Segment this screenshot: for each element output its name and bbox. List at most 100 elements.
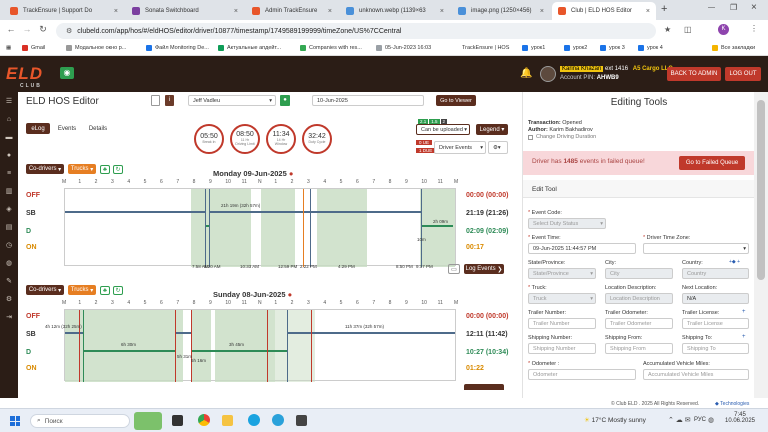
add-location-icon[interactable]: +◆ + — [729, 259, 740, 265]
browser-tab[interactable]: image.png (1250×456) × — [452, 2, 550, 20]
volume-icon[interactable]: ◍ — [708, 416, 714, 424]
document-icon[interactable] — [151, 95, 160, 106]
user-avatar[interactable] — [540, 66, 556, 82]
chart-icon[interactable]: ▥ — [5, 188, 13, 196]
go-to-failed-queue-button[interactable]: Go to Failed Queue — [679, 156, 745, 170]
clock[interactable]: 7:45 10.06.2025 — [720, 412, 760, 424]
forward-icon[interactable]: → — [20, 24, 34, 34]
language[interactable]: РУС — [694, 417, 706, 423]
trailer-number-input[interactable]: Trailer Number — [528, 318, 596, 329]
add-trailer-icon[interactable]: + — [742, 309, 746, 315]
user-icon[interactable]: ● — [280, 95, 290, 106]
clock-icon[interactable]: ◷ — [5, 242, 13, 250]
info-icon[interactable]: i — [165, 95, 174, 106]
extension-icon[interactable]: ★ — [664, 25, 671, 34]
app-icon[interactable] — [296, 415, 307, 426]
refresh-icon[interactable]: ↻ — [113, 165, 123, 174]
minimize-icon[interactable]: — — [708, 4, 715, 11]
logout-icon[interactable]: ⇥ — [5, 314, 13, 322]
windows-start-icon[interactable] — [10, 416, 20, 426]
weather[interactable]: ☀ 17°C Mostly sunny — [584, 416, 646, 424]
map-icon[interactable]: ◈ — [5, 206, 13, 214]
user-icon[interactable]: ● — [5, 152, 13, 160]
document-icon[interactable]: ▤ — [5, 224, 13, 232]
telegram-icon[interactable] — [272, 414, 284, 426]
event-time-input[interactable]: 09-Jun-2025 11:44:57 PM — [528, 243, 636, 254]
camera-icon[interactable]: ◉ — [60, 67, 74, 79]
trucks-button[interactable]: Trucks ▾ — [68, 164, 96, 174]
country-input[interactable]: Country — [682, 268, 749, 279]
refresh-icon[interactable]: ↻ — [113, 286, 123, 295]
edge-icon[interactable] — [248, 414, 260, 426]
state-select[interactable]: State/Province ▾ — [528, 268, 596, 279]
close-icon[interactable]: × — [646, 8, 650, 15]
close-icon[interactable]: × — [114, 8, 118, 15]
extensions-icon[interactable]: ◫ — [684, 25, 692, 34]
truck-select[interactable]: Truck ▾ — [528, 293, 596, 304]
bookmark-item[interactable]: Модальное окно р... — [66, 45, 126, 51]
eld-club-logo[interactable]: ELD CLUB — [6, 64, 43, 89]
back-to-admin-button[interactable]: BACK TO ADMIN — [667, 67, 721, 81]
bookmark-item[interactable]: Gmail — [22, 45, 45, 51]
go-to-viewer-button[interactable]: Go to Viewer — [436, 95, 476, 106]
timezone-select[interactable]: ▾ — [643, 243, 749, 254]
site-info-icon[interactable]: ⚙ — [66, 27, 72, 35]
codrivers-button[interactable]: Co-drivers ▾ — [26, 164, 64, 174]
due-badge[interactable]: 1 DUE — [416, 148, 436, 153]
browser-tab[interactable]: TrackEnsure | Support Do × — [4, 2, 124, 20]
bookmark-item[interactable]: урок2 — [564, 45, 587, 51]
bookmark-item[interactable]: урок1 — [522, 45, 545, 51]
comment-icon[interactable]: ▭ — [448, 264, 460, 274]
bookmark-item[interactable]: TrackEnsure | HOS — [462, 45, 509, 51]
close-icon[interactable]: × — [440, 8, 444, 15]
browser-tab[interactable]: Sonata Switchboard × — [126, 2, 244, 20]
home-icon[interactable]: ⌂ — [5, 116, 13, 124]
codrivers-button[interactable]: Co-drivers ▾ — [26, 285, 64, 295]
truck-icon[interactable]: ▬ — [5, 134, 13, 142]
browser-tab[interactable]: unknown.webp (1139×63 × — [340, 2, 450, 20]
bookmark-item[interactable]: Все закладки — [712, 45, 755, 51]
next-location-input[interactable]: N/A — [682, 293, 749, 304]
trucks-button[interactable]: Trucks ▾ — [68, 285, 96, 295]
menu-icon[interactable]: ☰ — [5, 98, 13, 106]
shipping-number-input[interactable]: Shipping Number — [528, 343, 596, 354]
shipping-from-input[interactable]: Shipping From — [605, 343, 673, 354]
shipping-to-input[interactable]: Shipping To — [682, 343, 749, 354]
file-explorer-icon[interactable] — [222, 415, 233, 426]
settings-icon[interactable]: ⚙ — [5, 296, 13, 304]
tab-elog[interactable]: eLog — [26, 123, 50, 134]
bookmark-item[interactable]: урок 3 — [600, 45, 625, 51]
accumulated-miles-input[interactable]: Accumulated Vehicle Miles — [643, 369, 749, 380]
widget-image[interactable] — [134, 412, 162, 430]
window-close-icon[interactable]: × — [751, 2, 757, 13]
close-icon[interactable]: × — [540, 8, 544, 15]
page-scrollbar[interactable] — [754, 92, 768, 398]
notification-bell-icon[interactable]: 🔔 — [520, 68, 532, 79]
taskbar-search[interactable]: ⌕ Поиск — [30, 414, 130, 428]
city-input[interactable]: City — [605, 268, 673, 279]
maximize-icon[interactable]: ❐ — [730, 3, 737, 12]
event-code-select[interactable]: Select Duty Status ▾ — [528, 218, 606, 229]
settings-dropdown[interactable]: ⚙▾ — [488, 141, 508, 154]
ue-badge[interactable]: 0 UE — [416, 140, 433, 145]
browser-tab[interactable]: Admin TrackEnsure × — [246, 2, 338, 20]
bookmark-item[interactable]: Файл Monitoring De... — [146, 45, 209, 51]
trailer-odometer-input[interactable]: Trailer Odometer — [605, 318, 673, 329]
bookmark-item[interactable]: Companies with res... — [300, 45, 362, 51]
back-icon[interactable]: ← — [4, 24, 18, 34]
driver-select[interactable]: Jeff Vadleu ▾ — [188, 95, 276, 106]
date-input[interactable]: 10-Jun-2025 — [312, 95, 424, 106]
bookmark-apps-icon[interactable]: ▦ — [6, 45, 11, 51]
tree-icon[interactable]: ♣ — [100, 165, 110, 174]
bookmark-item[interactable]: Актуальные апдейт... — [218, 45, 281, 51]
legend-button[interactable]: Legend ▾ — [476, 124, 508, 135]
change-duration-checkbox[interactable] — [528, 134, 533, 140]
upload-status-select[interactable]: Can be uploaded ▾ — [416, 124, 470, 135]
list-icon[interactable]: ≡ — [5, 170, 13, 178]
trailer-license-input[interactable]: Trailer License — [682, 318, 749, 329]
location-description-input[interactable]: Location Description — [605, 293, 673, 304]
reload-icon[interactable]: ↻ — [36, 24, 50, 35]
address-bar[interactable]: ⚙ clubeld.com/app/hos/#/eldHOS/editor/dr… — [56, 23, 656, 39]
close-icon[interactable]: × — [328, 8, 332, 15]
tab-events[interactable]: Events — [54, 123, 80, 134]
